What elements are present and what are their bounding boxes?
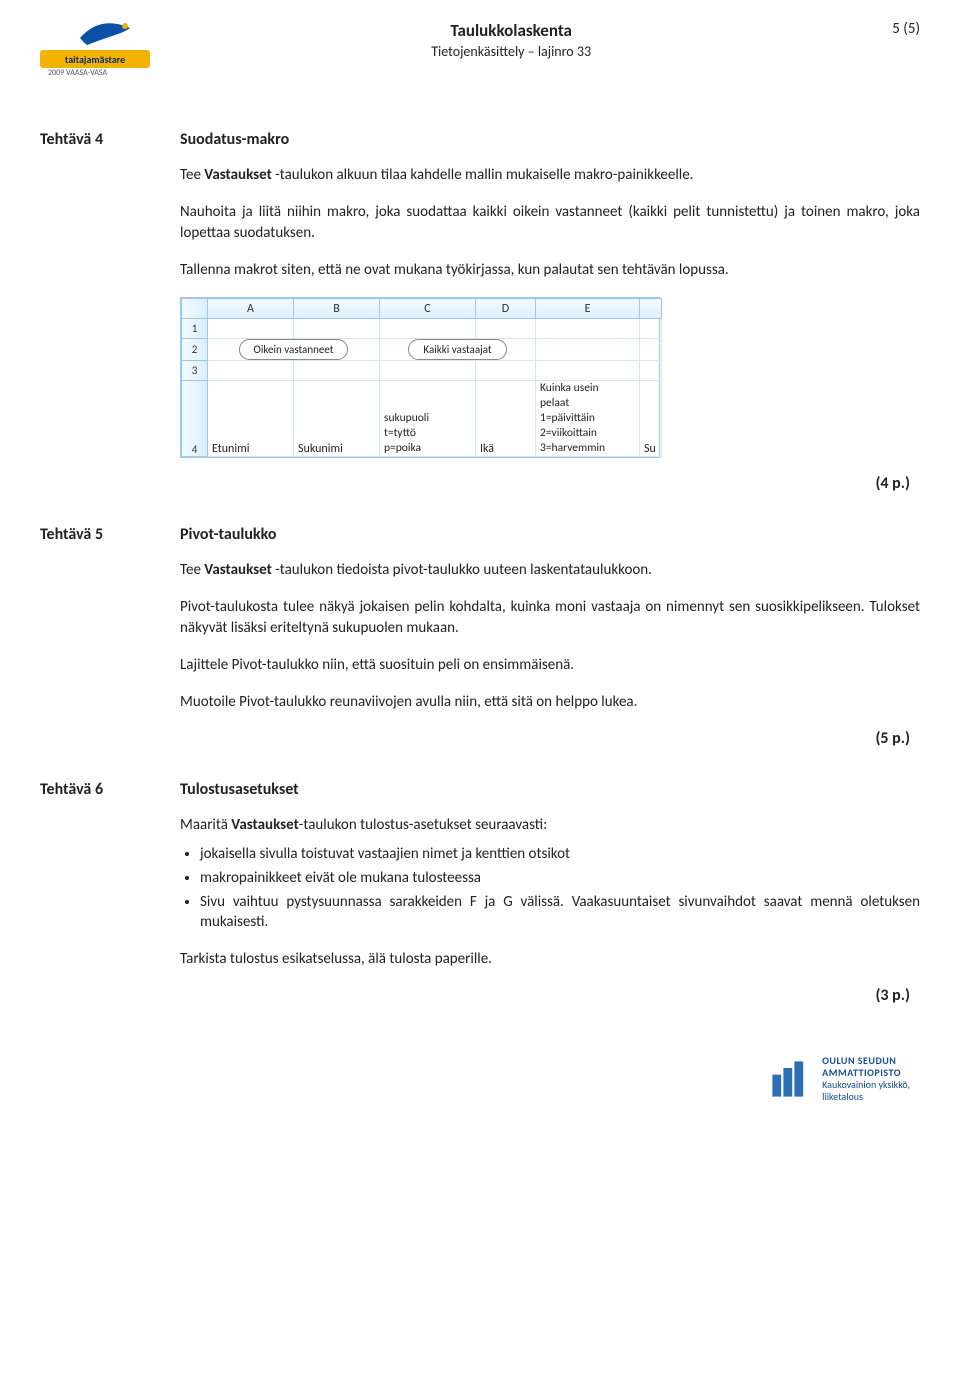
col-A: A bbox=[208, 299, 294, 319]
r4-e: Kuinka usein pelaat 1=päivittäin 2=viiko… bbox=[536, 381, 640, 457]
task-4: Tehtävä 4 Suodatus-makro Tee Vastaukset … bbox=[40, 130, 920, 493]
r4-a: Etunimi bbox=[208, 381, 294, 457]
footer-line-1: OULUN SEUDUN bbox=[822, 1055, 910, 1067]
r4-d: Ikä bbox=[476, 381, 536, 457]
t4-p1c: -taulukon alkuun tilaa kahdelle mallin m… bbox=[272, 166, 694, 184]
col-E: E bbox=[536, 299, 640, 319]
taitaja-wordmark: taitajamästare bbox=[40, 50, 150, 68]
task-5-para-4: Muotoile Pivot-taulukko reunaviivojen av… bbox=[180, 692, 920, 713]
col-D: D bbox=[476, 299, 536, 319]
row-4: 4 bbox=[182, 381, 208, 457]
task-5-label: Tehtävä 5 bbox=[40, 525, 180, 544]
t4-p1b: Vastaukset bbox=[204, 166, 271, 184]
task-4-para-3: Tallenna makrot siten, että ne ovat muka… bbox=[180, 260, 920, 281]
excel-screenshot: A B C D E 1 2 Oikein vastanneet Kaikki v… bbox=[180, 297, 660, 458]
footer-line-2: AMMATTIOPISTO bbox=[822, 1067, 910, 1079]
footer-text: OULUN SEUDUN AMMATTIOPISTO Kaukovainion … bbox=[822, 1055, 910, 1103]
r4-b: Sukunimi bbox=[294, 381, 380, 457]
header-title: Taulukkolaskenta bbox=[150, 20, 872, 41]
footer-line-3: Kaukovainion yksikkö, bbox=[822, 1079, 910, 1091]
task-5: Tehtävä 5 Pivot-taulukko Tee Vastaukset … bbox=[40, 525, 920, 748]
task-5-para-1: Tee Vastaukset -taulukon tiedoista pivot… bbox=[180, 560, 920, 581]
task-5-heading: Pivot-taulukko bbox=[180, 525, 276, 544]
excel-macro-button-1: Oikein vastanneet bbox=[239, 339, 349, 360]
task-4-para-1: Tee Vastaukset -taulukon alkuun tilaa ka… bbox=[180, 165, 920, 186]
t6-p1c: -taulukon tulostus-asetukset seuraavasti… bbox=[299, 816, 547, 834]
task-4-para-2: Nauhoita ja liitä niihin makro, joka suo… bbox=[180, 202, 920, 244]
task-5-score: (5 p.) bbox=[40, 729, 910, 748]
r4-f-partial: Su bbox=[640, 381, 662, 457]
task-4-score: (4 p.) bbox=[40, 474, 910, 493]
page-footer: OULUN SEUDUN AMMATTIOPISTO Kaukovainion … bbox=[40, 1055, 910, 1103]
excel-macro-button-2: Kaikki vastaajat bbox=[408, 339, 506, 360]
footer-line-4: liiketalous bbox=[822, 1091, 910, 1103]
osao-logo-icon bbox=[768, 1057, 812, 1101]
t4-p1a: Tee bbox=[180, 166, 204, 184]
row-3: 3 bbox=[182, 361, 208, 381]
r4-c: sukupuoli t=tyttö p=poika bbox=[380, 381, 476, 457]
col-B: B bbox=[294, 299, 380, 319]
task-6-bullet-2: makropainikkeet eivät ole mukana tuloste… bbox=[200, 868, 920, 888]
task-6-bullets: jokaisella sivulla toistuvat vastaajien … bbox=[180, 844, 920, 933]
header-center: Taulukkolaskenta Tietojenkäsittely – laj… bbox=[150, 20, 872, 60]
task-6-para-last: Tarkista tulostus esikatselussa, älä tul… bbox=[180, 949, 920, 970]
page-header: taitajamästare 2009 VAASA-VASA Taulukkol… bbox=[40, 20, 920, 80]
t5-p1c: -taulukon tiedoista pivot-taulukko uutee… bbox=[272, 561, 652, 579]
t6-p1b: Vastaukset bbox=[231, 816, 298, 834]
task-4-label: Tehtävä 4 bbox=[40, 130, 180, 149]
taitaja-swirl-icon bbox=[75, 20, 135, 50]
t6-p1a: Maaritä bbox=[180, 816, 231, 834]
excel-header-row: A B C D E bbox=[182, 299, 662, 319]
header-subtitle: Tietojenkäsittely – lajinro 33 bbox=[150, 43, 872, 60]
task-5-para-2: Pivot-taulukosta tulee näkyä jokaisen pe… bbox=[180, 597, 920, 639]
col-C: C bbox=[380, 299, 476, 319]
row-1: 1 bbox=[182, 319, 208, 339]
t5-p1a: Tee bbox=[180, 561, 204, 579]
task-6-para-1: Maaritä Vastaukset-taulukon tulostus-ase… bbox=[180, 815, 920, 836]
task-6: Tehtävä 6 Tulostusasetukset Maaritä Vast… bbox=[40, 780, 920, 1005]
taitaja-logo: taitajamästare 2009 VAASA-VASA bbox=[40, 20, 150, 80]
row-2: 2 bbox=[182, 339, 208, 361]
t5-p1b: Vastaukset bbox=[204, 561, 271, 579]
task-6-label: Tehtävä 6 bbox=[40, 780, 180, 799]
page-counter: 5 (5) bbox=[892, 20, 920, 38]
task-6-heading: Tulostusasetukset bbox=[180, 780, 299, 799]
task-4-heading: Suodatus-makro bbox=[180, 130, 289, 149]
task-6-bullet-3: Sivu vaihtuu pystysuunnassa sarakkeiden … bbox=[200, 892, 920, 933]
task-5-para-3: Lajittele Pivot-taulukko niin, että suos… bbox=[180, 655, 920, 676]
task-6-bullet-1: jokaisella sivulla toistuvat vastaajien … bbox=[200, 844, 920, 864]
task-6-score: (3 p.) bbox=[40, 986, 910, 1005]
taitaja-year: 2009 VAASA-VASA bbox=[48, 68, 107, 78]
